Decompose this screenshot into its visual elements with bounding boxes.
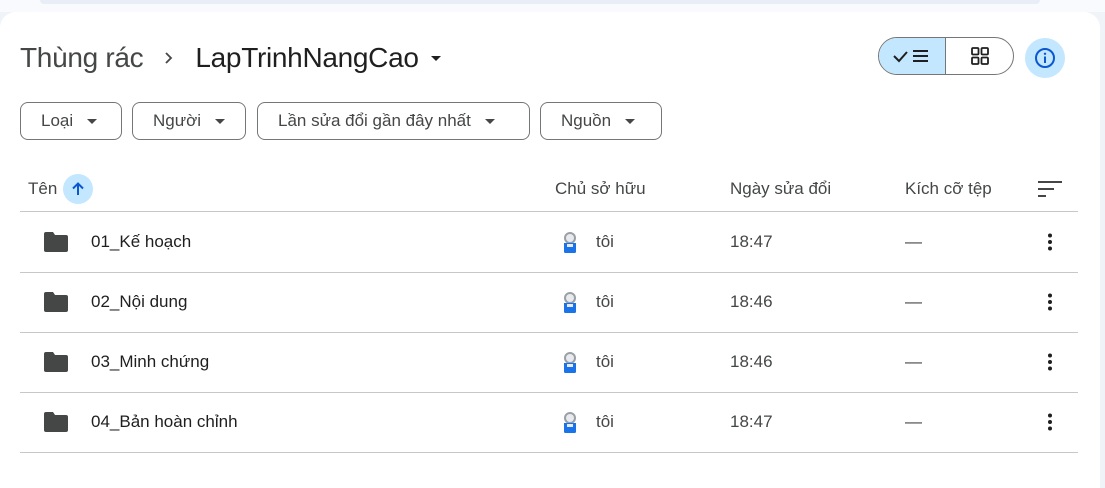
column-modified-header[interactable]: Ngày sửa đổi <box>730 167 831 211</box>
folder-icon <box>44 392 68 452</box>
breadcrumb: Thùng rác LapTrinhNangCao <box>20 38 441 78</box>
filter-people-chip[interactable]: Người <box>132 102 246 140</box>
more-vert-icon <box>1048 293 1052 311</box>
check-list-icon <box>893 50 928 63</box>
folder-icon <box>44 332 68 392</box>
table-row[interactable]: 04_Bản hoàn chỉnh tôi 18:47 — <box>20 392 1078 453</box>
view-toggle <box>878 37 1014 75</box>
table-row[interactable]: 01_Kế hoạch tôi 18:47 — <box>20 212 1078 273</box>
filter-type-label: Loại <box>41 111 74 130</box>
breadcrumb-current-label: LapTrinhNangCao <box>195 42 419 73</box>
caret-down-icon <box>484 118 495 124</box>
owner-name: tôi <box>596 292 614 311</box>
grid-icon <box>970 47 989 65</box>
more-vert-icon <box>1048 353 1052 371</box>
avatar <box>558 350 582 374</box>
filter-modified-chip[interactable]: Lần sửa đổi gần đây nhất <box>257 102 530 140</box>
modified-date: 18:47 <box>730 412 773 431</box>
column-name-header[interactable]: Tên <box>28 167 94 211</box>
column-owner-header[interactable]: Chủ sở hữu <box>555 167 646 211</box>
owner-cell: tôi <box>558 272 614 332</box>
filter-people-label: Người <box>153 111 202 130</box>
column-name-label: Tên <box>28 179 58 198</box>
file-size: — <box>905 232 922 251</box>
table-row[interactable]: 03_Minh chứng tôi 18:46 — <box>20 332 1078 393</box>
owner-name: tôi <box>596 412 614 431</box>
file-name[interactable]: 01_Kế hoạch <box>91 212 191 272</box>
top-strip <box>0 0 1105 12</box>
modified-date: 18:47 <box>730 232 773 251</box>
modified-date: 18:46 <box>730 292 773 311</box>
file-name[interactable]: 03_Minh chứng <box>91 332 209 392</box>
chevron-right-icon <box>143 51 195 65</box>
filter-source-label: Nguồn <box>561 111 612 130</box>
sort-lines-icon <box>1038 181 1062 197</box>
file-name[interactable]: 02_Nội dung <box>91 272 187 332</box>
grid-view-button[interactable] <box>946 38 1013 74</box>
owner-cell: tôi <box>558 392 614 452</box>
sort-ascending-button[interactable] <box>63 174 94 204</box>
info-icon <box>1035 48 1055 68</box>
caret-down-icon <box>87 118 98 124</box>
breadcrumb-current[interactable]: LapTrinhNangCao <box>195 42 441 74</box>
sort-options-button[interactable] <box>1038 167 1062 211</box>
filter-source-chip[interactable]: Nguồn <box>540 102 662 140</box>
owner-cell: tôi <box>558 212 614 272</box>
file-size: — <box>905 412 922 431</box>
more-actions-button[interactable] <box>1030 222 1070 262</box>
table-row[interactable]: 02_Nội dung tôi 18:46 — <box>20 272 1078 333</box>
top-strip-bar <box>40 0 1040 4</box>
table-header: Tên Chủ sở hữu Ngày sửa đổi Kích cỡ tệp <box>20 167 1078 212</box>
main-panel: Thùng rác LapTrinhNangCao Loại Người Lần… <box>0 12 1100 488</box>
avatar <box>558 230 582 254</box>
owner-name: tôi <box>596 232 614 251</box>
filter-type-chip[interactable]: Loại <box>20 102 122 140</box>
owner-name: tôi <box>596 352 614 371</box>
file-size: — <box>905 292 922 311</box>
more-actions-button[interactable] <box>1030 402 1070 442</box>
owner-cell: tôi <box>558 332 614 392</box>
filter-modified-label: Lần sửa đổi gần đây nhất <box>278 111 471 130</box>
caret-down-icon <box>215 118 226 124</box>
caret-down-icon <box>430 55 441 61</box>
more-actions-button[interactable] <box>1030 342 1070 382</box>
folder-icon <box>44 212 68 272</box>
details-button[interactable] <box>1025 38 1065 78</box>
file-size: — <box>905 352 922 371</box>
avatar <box>558 290 582 314</box>
more-actions-button[interactable] <box>1030 282 1070 322</box>
more-vert-icon <box>1048 233 1052 251</box>
arrow-up-icon <box>72 182 85 195</box>
caret-down-icon <box>625 118 636 124</box>
file-name[interactable]: 04_Bản hoàn chỉnh <box>91 392 238 452</box>
avatar <box>558 410 582 434</box>
list-view-button[interactable] <box>879 38 946 74</box>
column-size-header[interactable]: Kích cỡ tệp <box>905 167 992 211</box>
folder-icon <box>44 272 68 332</box>
breadcrumb-root[interactable]: Thùng rác <box>20 42 144 74</box>
modified-date: 18:46 <box>730 352 773 371</box>
more-vert-icon <box>1048 413 1052 431</box>
